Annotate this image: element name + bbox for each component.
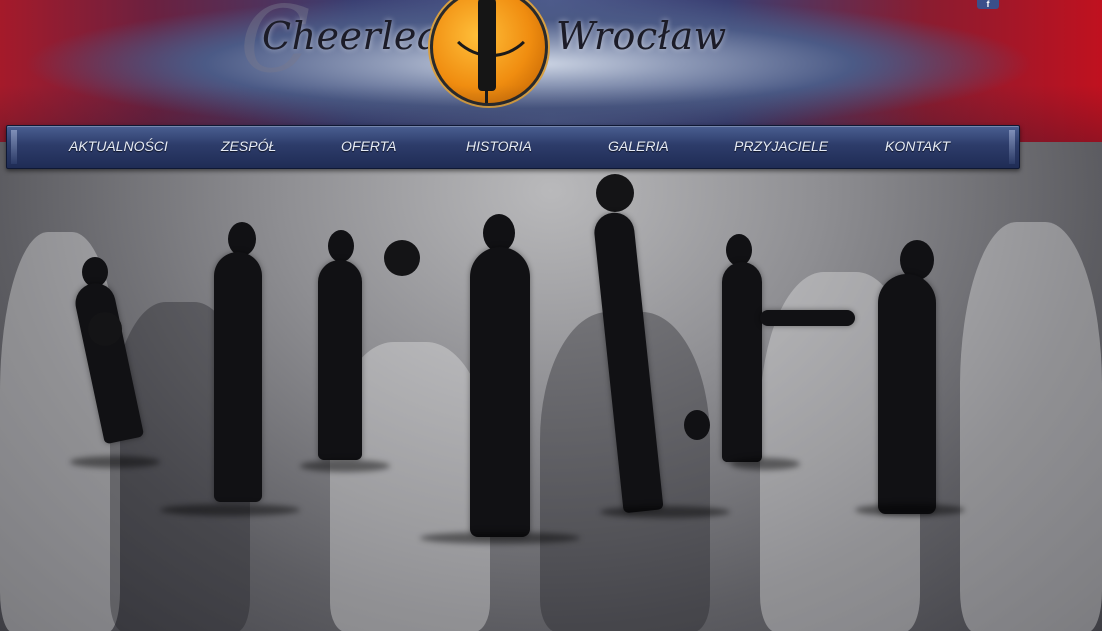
shadow <box>70 456 160 468</box>
shadow <box>600 506 730 518</box>
dancer-silhouette <box>328 230 354 262</box>
nav-item-zespol[interactable]: ZESPÓŁ <box>221 138 276 154</box>
nav-item-oferta[interactable]: OFERTA <box>341 138 397 154</box>
ball-silhouette <box>596 174 634 212</box>
shadow <box>420 532 580 544</box>
logo-swash-decoration: C <box>240 0 311 93</box>
site-header: C Cheerleaders Wrocław f <box>0 0 1102 142</box>
dancer-leg-silhouette <box>760 310 855 326</box>
dancer-silhouette <box>470 247 530 537</box>
dancer-silhouette <box>878 274 936 514</box>
logo-text-left[interactable]: Cheerleaders <box>262 14 526 58</box>
dancer-silhouette <box>214 252 262 502</box>
nav-item-przyjaciele[interactable]: PRZYJACIELE <box>734 138 828 154</box>
shadow <box>855 504 965 516</box>
main-navigation: AKTUALNOŚCI ZESPÓŁ OFERTA HISTORIA GALER… <box>6 125 1020 169</box>
nav-item-galeria[interactable]: GALERIA <box>608 138 669 154</box>
basketball-dancer-logo-icon[interactable] <box>430 0 548 106</box>
logo-text-right[interactable]: Wrocław <box>556 14 727 58</box>
nav-item-kontakt[interactable]: KONTAKT <box>885 138 950 154</box>
dancer-silhouette <box>722 262 762 462</box>
hero-banner-image <box>0 142 1102 631</box>
dancer-silhouette <box>684 410 710 440</box>
shadow <box>160 504 300 516</box>
shadow <box>730 458 800 470</box>
crowd-shape <box>960 222 1102 631</box>
facebook-icon[interactable]: f <box>977 0 999 9</box>
dancer-silhouette <box>228 222 256 256</box>
dancer-silhouette <box>318 260 362 460</box>
ball-silhouette <box>384 240 420 276</box>
shadow <box>300 460 390 472</box>
ball-silhouette <box>88 312 122 346</box>
nav-item-aktualnosci[interactable]: AKTUALNOŚCI <box>69 138 168 154</box>
nav-item-historia[interactable]: HISTORIA <box>466 138 532 154</box>
